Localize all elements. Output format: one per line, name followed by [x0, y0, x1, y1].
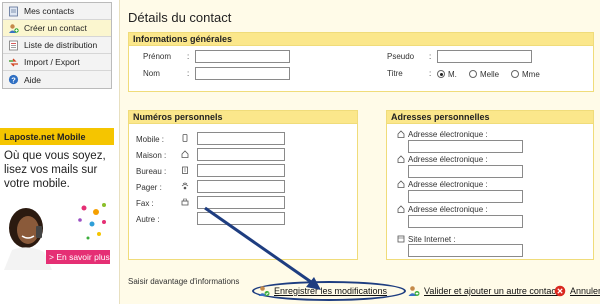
- sidebar: Mes contacts Créer un contact Liste de d…: [0, 0, 114, 304]
- site-label: Site Internet :: [408, 235, 456, 244]
- pager-icon: [181, 182, 189, 190]
- add-contact-icon: [408, 286, 420, 296]
- title-mme-radio[interactable]: [511, 70, 519, 78]
- sidebar-item-import-export[interactable]: Import / Export: [3, 54, 111, 71]
- save-contact-icon: [258, 286, 270, 296]
- title-melle-radio[interactable]: [469, 70, 477, 78]
- email-input-1[interactable]: [408, 140, 523, 153]
- fax-label: Fax :: [136, 199, 154, 208]
- email-input-4[interactable]: [408, 215, 523, 228]
- promo-header: Laposte.net Mobile: [0, 128, 114, 145]
- cancel-label: Annuler: [570, 286, 600, 296]
- add-contact-icon: [8, 23, 19, 34]
- sidebar-item-aide[interactable]: ? Aide: [3, 71, 111, 88]
- mobile-input[interactable]: [197, 132, 285, 145]
- bureau-input[interactable]: [197, 164, 285, 177]
- email-label: Adresse électronique :: [408, 155, 488, 164]
- website-icon: [397, 235, 405, 243]
- mobile-label: Mobile :: [136, 135, 165, 144]
- maison-input[interactable]: [197, 148, 285, 161]
- home-icon: [181, 150, 189, 158]
- bureau-label: Bureau :: [136, 167, 167, 176]
- colon: :: [429, 52, 432, 61]
- distribution-list-icon: [8, 40, 19, 51]
- email-input-2[interactable]: [408, 165, 523, 178]
- save-and-add-label: Valider et ajouter un autre contact: [424, 286, 559, 296]
- title-mme-label: Mme: [522, 70, 540, 79]
- general-info-panel: Informations générales Prénom : Nom : Ps…: [128, 32, 594, 92]
- prenom-label: Prénom: [143, 52, 172, 61]
- pseudo-label: Pseudo: [387, 52, 415, 61]
- sidebar-item-creer-contact[interactable]: Créer un contact: [3, 20, 111, 37]
- sidebar-item-label: Créer un contact: [24, 23, 87, 33]
- app-root: Mes contacts Créer un contact Liste de d…: [0, 0, 600, 304]
- panel-title: Adresses personnelles: [387, 111, 593, 124]
- prenom-input[interactable]: [195, 50, 290, 63]
- email-label: Adresse électronique :: [408, 130, 488, 139]
- cancel-button[interactable]: Annuler: [554, 285, 600, 297]
- page-title: Détails du contact: [128, 10, 232, 25]
- home-icon: [397, 155, 405, 163]
- import-export-icon: [8, 57, 19, 68]
- mobile-phone-icon: [182, 134, 188, 142]
- pager-input[interactable]: [197, 180, 285, 193]
- more-info-link[interactable]: Saisir davantage d'informations: [128, 277, 239, 286]
- pager-label: Pager :: [136, 183, 162, 192]
- help-icon: ?: [8, 74, 19, 85]
- mobile-promo: Laposte.net Mobile Où que vous soyez, li…: [0, 128, 114, 278]
- promo-more-button[interactable]: > En savoir plus: [46, 250, 110, 264]
- autre-label: Autre :: [136, 215, 160, 224]
- sidebar-item-label: Liste de distribution: [24, 40, 98, 50]
- email-label: Adresse électronique :: [408, 180, 488, 189]
- title-m-label: M.: [448, 70, 457, 79]
- title-melle-label: Melle: [480, 70, 500, 79]
- sidebar-item-label: Aide: [24, 74, 42, 85]
- nom-label: Nom: [143, 69, 160, 78]
- panel-title: Numéros personnels: [129, 111, 357, 124]
- site-input[interactable]: [408, 244, 523, 257]
- maison-label: Maison :: [136, 151, 167, 160]
- save-label: Enregistrer les modifications: [274, 286, 388, 296]
- colon: :: [429, 69, 432, 78]
- titre-label: Titre: [387, 69, 403, 78]
- phone-numbers-panel: Numéros personnels Mobile : Maison : Bur…: [128, 110, 358, 260]
- panel-title: Informations générales: [129, 33, 593, 46]
- nom-input[interactable]: [195, 67, 290, 80]
- cancel-icon: [554, 285, 566, 297]
- home-icon: [397, 130, 405, 138]
- save-and-add-button[interactable]: Valider et ajouter un autre contact: [408, 285, 558, 297]
- autre-input[interactable]: [197, 212, 285, 225]
- sidebar-nav: Mes contacts Créer un contact Liste de d…: [2, 2, 112, 89]
- email-label: Adresse électronique :: [408, 205, 488, 214]
- colon: :: [187, 52, 190, 61]
- svg-text:?: ?: [11, 75, 16, 84]
- addresses-panel: Adresses personnelles Adresse électroniq…: [386, 110, 594, 260]
- home-icon: [397, 180, 405, 188]
- sidebar-item-mes-contacts[interactable]: Mes contacts: [3, 3, 111, 20]
- contact-details-main: Détails du contact Informations générale…: [119, 0, 600, 304]
- sidebar-item-label: Mes contacts: [24, 6, 75, 16]
- home-icon: [397, 205, 405, 213]
- pseudo-input[interactable]: [437, 50, 532, 63]
- colon: :: [187, 69, 190, 78]
- office-building-icon: [182, 166, 188, 174]
- contacts-book-icon: [8, 6, 19, 17]
- promo-text: Où que vous soyez, lisez vos mails sur v…: [4, 150, 106, 190]
- sidebar-item-label: Import / Export: [24, 57, 80, 67]
- title-m-radio[interactable]: [437, 70, 445, 78]
- email-input-3[interactable]: [408, 190, 523, 203]
- sidebar-item-liste-distribution[interactable]: Liste de distribution: [3, 37, 111, 54]
- fax-icon: [181, 198, 189, 206]
- save-button[interactable]: Enregistrer les modifications: [258, 285, 387, 297]
- fax-input[interactable]: [197, 196, 285, 209]
